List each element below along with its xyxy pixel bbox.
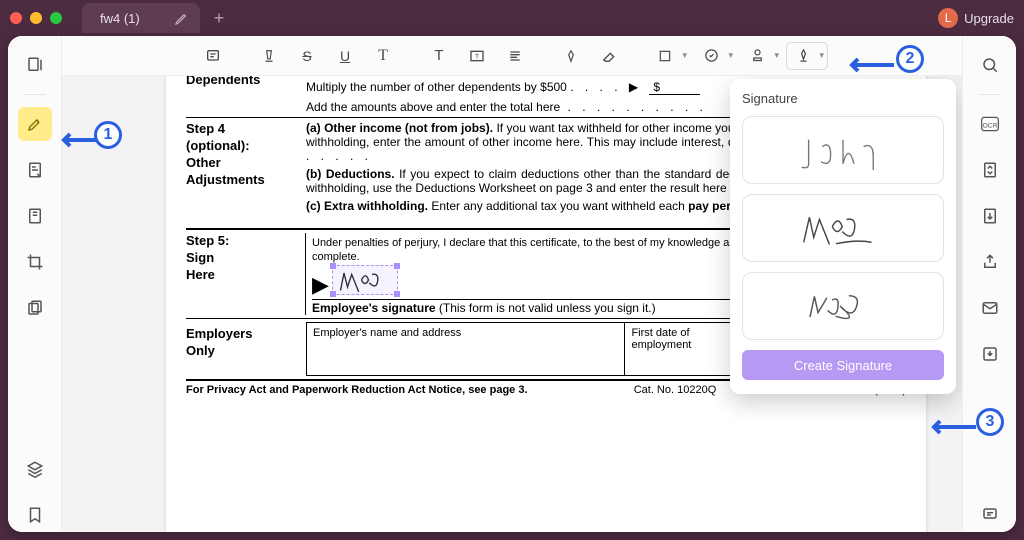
upgrade-label: Upgrade [964, 11, 1014, 26]
highlighter-icon[interactable] [18, 107, 52, 141]
page-edit-icon[interactable] [18, 199, 52, 233]
window-minimize-dot[interactable] [30, 12, 42, 24]
user-avatar: L [938, 8, 958, 28]
employer-name-cell[interactable]: Employer's name and address [307, 323, 625, 375]
callout-3: 3 [976, 408, 1004, 436]
left-sidebar [8, 36, 62, 532]
layers-icon[interactable] [18, 452, 52, 486]
separator [24, 94, 46, 95]
status-tool-icon[interactable]: ▾ [694, 42, 736, 70]
chevron-down-icon: ▾ [819, 50, 824, 61]
document-viewport[interactable]: Dependents Multiply the number of other … [62, 76, 962, 532]
chevron-down-icon: ▾ [774, 50, 779, 61]
chevron-down-icon: ▾ [682, 50, 687, 61]
export-icon[interactable] [973, 199, 1007, 233]
tab-title: fw4 (1) [100, 11, 140, 26]
annotation-toolbar: S U T T T ▾ ▾ ▾ ▾ [62, 36, 962, 76]
text-style-icon[interactable]: T [366, 42, 400, 70]
window-zoom-dot[interactable] [50, 12, 62, 24]
pages-icon[interactable] [18, 291, 52, 325]
signature-option-1[interactable] [742, 116, 944, 184]
dollar-field[interactable]: $ [649, 80, 700, 95]
crop-icon[interactable] [18, 245, 52, 279]
thumbnails-icon[interactable] [18, 48, 52, 82]
popover-title: Signature [742, 91, 944, 106]
callout-1: 1 [94, 121, 122, 149]
eraser-icon[interactable] [592, 42, 626, 70]
signature-option-3[interactable] [742, 272, 944, 340]
shape-tool-icon[interactable]: ▾ [648, 42, 690, 70]
underline-icon[interactable]: U [328, 42, 362, 70]
bookmark-icon[interactable] [18, 498, 52, 532]
ocr-icon[interactable]: OCR [973, 107, 1007, 141]
text-tool-icon[interactable]: T [422, 42, 456, 70]
add-line: Add the amounts above and enter the tota… [306, 100, 560, 114]
create-signature-button[interactable]: Create Signature [742, 350, 944, 380]
dependents-label: Dependents [186, 76, 260, 87]
comments-icon[interactable] [973, 498, 1007, 532]
signature-option-2[interactable] [742, 194, 944, 262]
window-close-dot[interactable] [10, 12, 22, 24]
new-tab-button[interactable]: + [208, 8, 231, 29]
chevron-down-icon: ▾ [728, 50, 733, 61]
note-icon[interactable] [196, 42, 230, 70]
svg-text:T: T [475, 53, 479, 60]
right-sidebar: OCR [962, 36, 1016, 532]
form-fill-icon[interactable] [18, 153, 52, 187]
multiply-line: Multiply the number of other dependents … [306, 80, 567, 94]
save-icon[interactable] [973, 337, 1007, 371]
sign-arrow-icon: ▶ [312, 272, 329, 297]
highlight-pen-icon[interactable] [252, 42, 286, 70]
mail-icon[interactable] [973, 291, 1007, 325]
callout-2: 2 [896, 45, 924, 73]
search-icon[interactable] [973, 48, 1007, 82]
strikethrough-icon[interactable]: S [290, 42, 324, 70]
share-icon[interactable] [973, 245, 1007, 279]
convert-icon[interactable] [973, 153, 1007, 187]
document-tab[interactable]: fw4 (1) [82, 3, 200, 33]
paragraph-icon[interactable] [498, 42, 532, 70]
stamp-tool-icon[interactable]: ▾ [740, 42, 782, 70]
separator [979, 94, 1001, 95]
signature-popover: Signature Create Signature [730, 79, 956, 394]
upgrade-button[interactable]: L Upgrade [938, 8, 1014, 28]
svg-text:OCR: OCR [982, 122, 997, 129]
pen-icon[interactable] [554, 42, 588, 70]
textbox-icon[interactable]: T [460, 42, 494, 70]
pencil-icon[interactable] [174, 10, 190, 26]
signature-tool-icon[interactable]: ▾ [786, 42, 828, 70]
